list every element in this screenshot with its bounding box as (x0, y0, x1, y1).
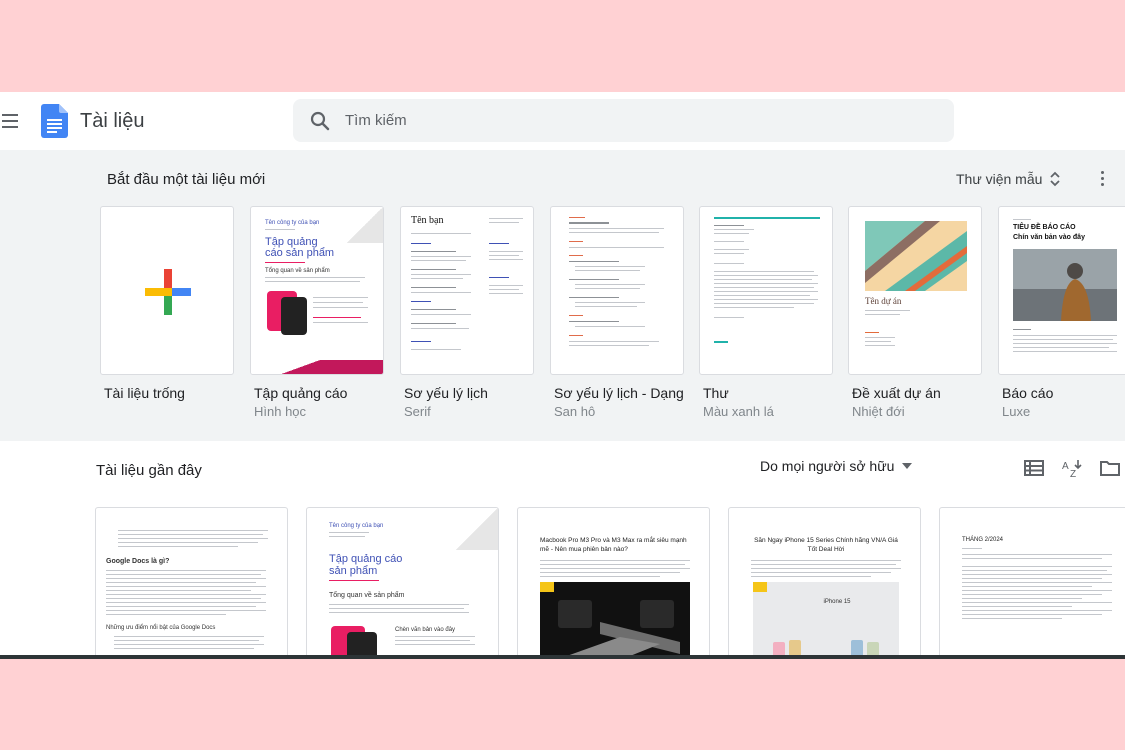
template-thumbnail[interactable]: TIÊU ĐỀ BÁO CÁO Chín văn bản vào đây (998, 206, 1125, 375)
docs-logo-icon[interactable] (41, 104, 68, 138)
recent-doc-2[interactable]: Tên công ty của bạn Tập quảng cáo sản ph… (306, 507, 499, 658)
doc-label: iPhone 15 (823, 599, 851, 605)
svg-text:Z: Z (1070, 469, 1076, 479)
iphone-image (753, 582, 899, 658)
unfold-icon (1050, 171, 1061, 187)
brochure-title: Tập quảng cáo sản phẩm (265, 236, 335, 259)
project-title: Tên dự án (865, 296, 902, 306)
template-style: Hình học (254, 404, 307, 419)
macbook-image (540, 582, 690, 658)
template-style: Nhiệt đới (852, 404, 905, 419)
recent-doc-1[interactable]: Google Docs là gì? Những ưu điểm nổi bật… (95, 507, 288, 658)
app-bar: Tài liệu (0, 92, 1125, 150)
search-bar[interactable] (293, 99, 954, 142)
template-name: Sơ yếu lý lịch - Dạng (554, 385, 684, 401)
template-style: Luxe (1002, 404, 1031, 419)
recent-documents: Tài liệu gần đây Do mọi người sở hữu A Z (0, 441, 1125, 658)
doc-caption: Chèn văn bản vào đây (395, 627, 456, 633)
doc-overview: Tổng quan về sản phẩm (329, 592, 405, 599)
template-brochure[interactable]: Tên công ty của bạn Tập quảng cáo sản ph… (250, 206, 384, 419)
main-menu-button[interactable] (0, 112, 20, 130)
owner-filter-dropdown[interactable]: Do mọi người sở hữu (760, 458, 913, 474)
search-input[interactable] (345, 107, 935, 134)
search-icon[interactable] (309, 110, 331, 132)
report-subtitle: Chín văn bản vào đây (1013, 234, 1085, 241)
dropdown-arrow-icon (902, 463, 913, 469)
template-name: Báo cáo (1002, 385, 1054, 401)
app-title[interactable]: Tài liệu (80, 110, 144, 133)
doc-heading: Google Docs là gì? (106, 558, 170, 565)
template-gallery-button[interactable]: Thư viện mẫu (950, 162, 1068, 196)
template-style: Serif (404, 404, 431, 419)
report-photo (1013, 249, 1117, 321)
doc-subheading: Những ưu điểm nổi bật của Google Docs (106, 625, 216, 631)
recent-doc-3[interactable]: Macbook Pro M3 Pro và M3 Max ra mắt siêu… (517, 507, 710, 658)
owner-filter-label: Do mọi người sở hữu (760, 458, 895, 474)
template-name: Thư (703, 385, 729, 401)
template-gallery: Bắt đầu một tài liệu mới Thư viện mẫu Tà… (0, 150, 1125, 441)
folder-icon[interactable] (1099, 457, 1121, 479)
template-resume-coral[interactable]: Sơ yếu lý lịch - Dạng San hô (550, 206, 684, 419)
template-name: Tài liệu trống (104, 385, 185, 401)
template-style: Màu xanh lá (703, 404, 774, 419)
template-blank[interactable]: Tài liệu trống (100, 206, 234, 401)
template-section-title: Bắt đầu một tài liệu mới (107, 171, 266, 188)
template-thumbnail[interactable] (550, 206, 684, 375)
sort-az-icon[interactable]: A Z (1061, 457, 1083, 479)
template-name: Tập quảng cáo (254, 385, 348, 401)
doc-title: THÁNG 2/2024 (962, 537, 1004, 543)
template-thumbnail[interactable] (100, 206, 234, 375)
recent-doc-5[interactable]: THÁNG 2/2024 (939, 507, 1125, 658)
brochure-company: Tên công ty của bạn (265, 220, 320, 226)
template-thumbnail[interactable]: Tên dự án (848, 206, 982, 375)
template-thumbnail[interactable]: Tên công ty của bạn Tập quảng cáo sản ph… (250, 206, 384, 375)
template-thumbnail[interactable] (699, 206, 833, 375)
corner-decoration (347, 207, 383, 243)
template-resume-serif[interactable]: Tên bạn Sơ yếu lý lịch Serif (400, 206, 534, 419)
svg-text:A: A (1062, 461, 1069, 472)
doc-title: Tập quảng cáo sản phẩm (329, 553, 403, 577)
tropical-graphic (865, 221, 967, 291)
recent-section-title: Tài liệu gần đây (96, 462, 202, 479)
recent-doc-4[interactable]: Săn Ngay iPhone 15 Series Chính hãng VN/… (728, 507, 921, 658)
template-name: Đề xuất dự án (852, 385, 941, 401)
template-letter[interactable]: Thư Màu xanh lá (699, 206, 833, 419)
bottom-divider (0, 655, 1125, 659)
brochure-overview: Tổng quan về sản phẩm (265, 268, 330, 274)
template-style: San hô (554, 404, 596, 419)
report-title: TIÊU ĐỀ BÁO CÁO (1013, 224, 1076, 231)
doc-company: Tên công ty của bạn (329, 523, 384, 529)
template-report[interactable]: TIÊU ĐỀ BÁO CÁO Chín văn bản vào đây Báo… (998, 206, 1125, 419)
template-name: Sơ yếu lý lịch (404, 385, 488, 401)
plus-icon (145, 269, 191, 315)
more-options-button[interactable] (1090, 164, 1114, 194)
template-thumbnail[interactable]: Tên bạn (400, 206, 534, 375)
docs-home: Tài liệu Bắt đầu một tài liệu mới Thư vi… (0, 92, 1125, 658)
resume-name: Tên bạn (411, 215, 444, 226)
template-project-proposal[interactable]: Tên dự án Đề xuất dự án Nhiệt đới (848, 206, 982, 419)
doc-title: Săn Ngay iPhone 15 Series Chính hãng VN/… (754, 537, 898, 553)
template-gallery-label: Thư viện mẫu (956, 171, 1043, 187)
doc-title: Macbook Pro M3 Pro và M3 Max ra mắt siêu… (540, 537, 687, 553)
list-view-icon[interactable] (1023, 457, 1045, 479)
